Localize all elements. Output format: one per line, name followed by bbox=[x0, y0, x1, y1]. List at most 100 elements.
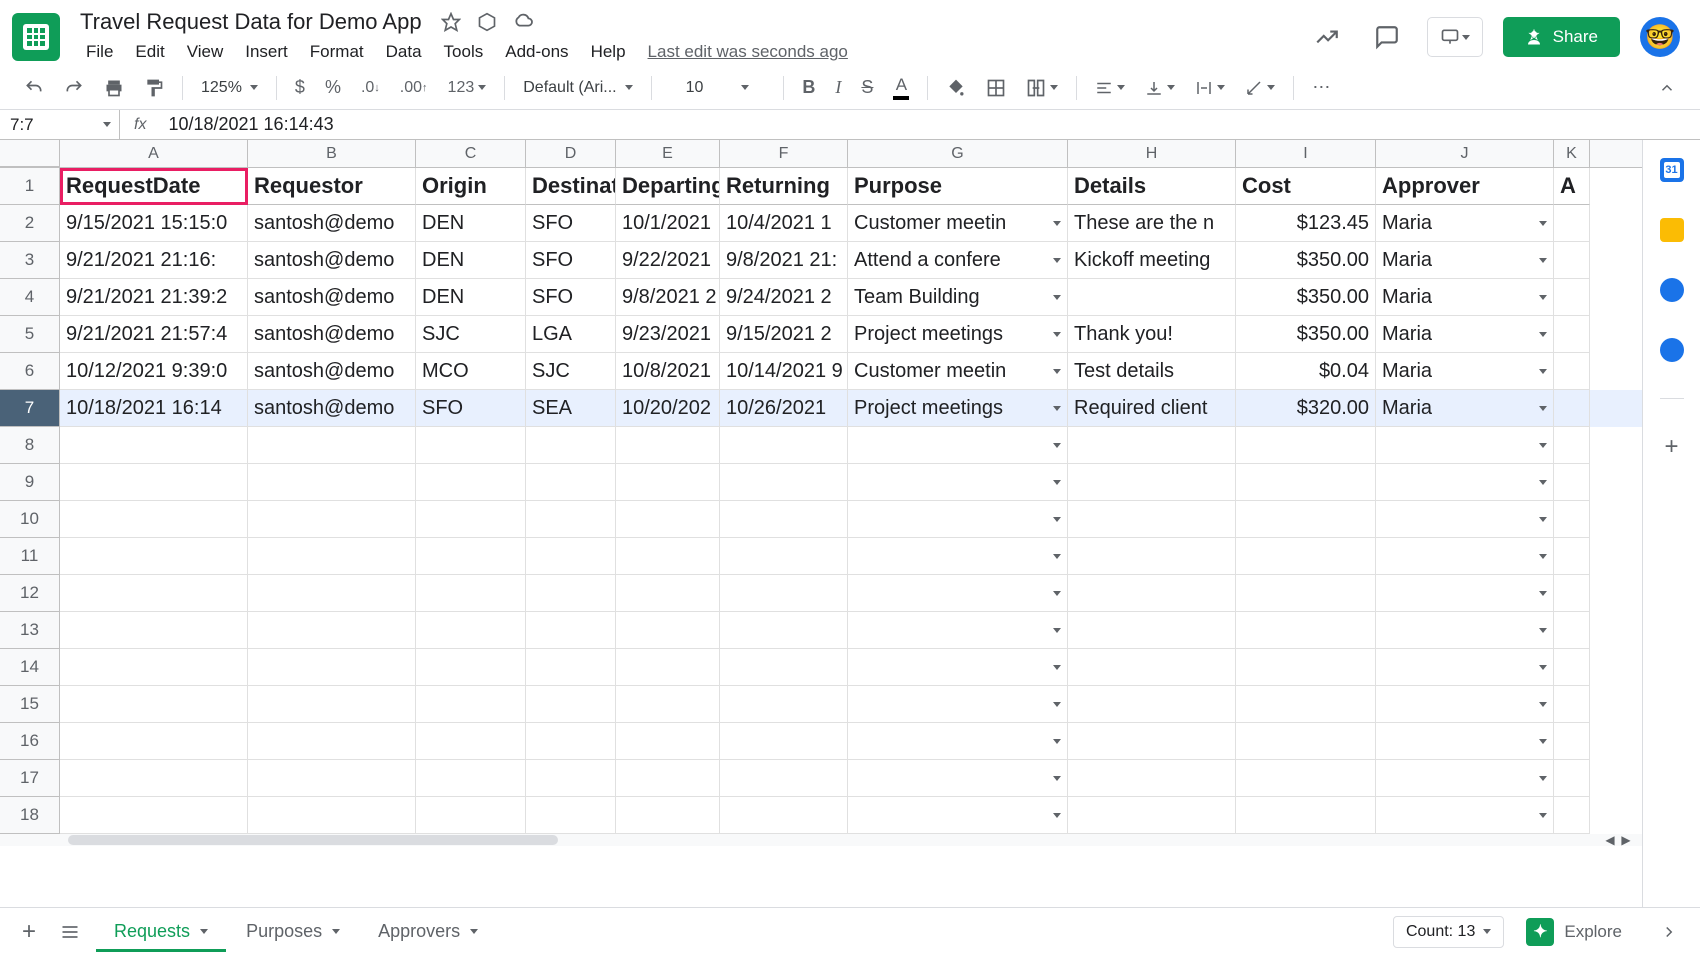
cell[interactable] bbox=[1236, 686, 1376, 723]
cell[interactable] bbox=[1068, 612, 1236, 649]
col-header-A[interactable]: A bbox=[60, 140, 248, 167]
cell[interactable]: $320.00 bbox=[1236, 390, 1376, 427]
cell[interactable]: $123.45 bbox=[1236, 205, 1376, 242]
chevron-down-icon[interactable] bbox=[1053, 480, 1061, 485]
cell[interactable]: $350.00 bbox=[1236, 242, 1376, 279]
cell[interactable] bbox=[1376, 501, 1554, 538]
cell[interactable] bbox=[616, 686, 720, 723]
cell[interactable]: Destination bbox=[526, 168, 616, 205]
cell[interactable] bbox=[1236, 723, 1376, 760]
cell[interactable] bbox=[1068, 797, 1236, 834]
cell[interactable] bbox=[848, 538, 1068, 575]
activity-icon[interactable] bbox=[1307, 17, 1347, 57]
cell[interactable] bbox=[616, 612, 720, 649]
cell[interactable]: Maria bbox=[1376, 390, 1554, 427]
horizontal-scrollbar[interactable]: ◀ ▶ bbox=[0, 834, 1642, 846]
format-select[interactable]: 123 bbox=[440, 73, 495, 103]
menu-add-ons[interactable]: Add-ons bbox=[495, 38, 578, 66]
cell[interactable]: SFO bbox=[526, 279, 616, 316]
cell[interactable] bbox=[1236, 575, 1376, 612]
cell[interactable] bbox=[248, 575, 416, 612]
cell[interactable] bbox=[248, 797, 416, 834]
chevron-down-icon[interactable] bbox=[1053, 813, 1061, 818]
cell[interactable]: Cost bbox=[1236, 168, 1376, 205]
cell[interactable] bbox=[1376, 612, 1554, 649]
cell[interactable] bbox=[720, 686, 848, 723]
chevron-down-icon[interactable] bbox=[1539, 517, 1547, 522]
cell[interactable] bbox=[848, 612, 1068, 649]
cell[interactable] bbox=[248, 723, 416, 760]
chevron-down-icon[interactable] bbox=[1053, 221, 1061, 226]
cell[interactable]: SJC bbox=[526, 353, 616, 390]
cell[interactable] bbox=[60, 464, 248, 501]
col-header-K[interactable]: K bbox=[1554, 140, 1590, 167]
cell[interactable] bbox=[720, 427, 848, 464]
chevron-down-icon[interactable] bbox=[1539, 813, 1547, 818]
contacts-addon-icon[interactable] bbox=[1660, 338, 1684, 362]
row-header[interactable]: 17 bbox=[0, 760, 60, 797]
cell[interactable]: 10/8/2021 bbox=[616, 353, 720, 390]
cell[interactable]: SFO bbox=[526, 242, 616, 279]
cell[interactable] bbox=[526, 723, 616, 760]
add-sheet-icon[interactable]: + bbox=[14, 910, 44, 954]
cell[interactable] bbox=[1554, 575, 1590, 612]
cell[interactable] bbox=[1068, 723, 1236, 760]
cell[interactable] bbox=[416, 501, 526, 538]
cell[interactable] bbox=[416, 686, 526, 723]
cell[interactable] bbox=[720, 464, 848, 501]
cell[interactable] bbox=[848, 797, 1068, 834]
cell[interactable] bbox=[60, 649, 248, 686]
chevron-down-icon[interactable] bbox=[1539, 702, 1547, 707]
sheet-tab-purposes[interactable]: Purposes bbox=[228, 911, 358, 952]
cell[interactable] bbox=[720, 612, 848, 649]
cell[interactable] bbox=[1376, 575, 1554, 612]
cell[interactable] bbox=[720, 538, 848, 575]
row-header[interactable]: 12 bbox=[0, 575, 60, 612]
cell[interactable]: Attend a confere bbox=[848, 242, 1068, 279]
cell[interactable] bbox=[1554, 723, 1590, 760]
cell[interactable] bbox=[616, 464, 720, 501]
cell[interactable]: Details bbox=[1068, 168, 1236, 205]
cell[interactable] bbox=[1068, 464, 1236, 501]
cell[interactable]: Customer meetin bbox=[848, 353, 1068, 390]
cell[interactable] bbox=[1376, 797, 1554, 834]
col-header-G[interactable]: G bbox=[848, 140, 1068, 167]
present-button[interactable] bbox=[1427, 17, 1483, 57]
row-header[interactable]: 11 bbox=[0, 538, 60, 575]
col-header-F[interactable]: F bbox=[720, 140, 848, 167]
cell[interactable] bbox=[416, 538, 526, 575]
cell[interactable] bbox=[1554, 279, 1590, 316]
cell[interactable] bbox=[526, 464, 616, 501]
percent-icon[interactable]: % bbox=[317, 71, 349, 104]
cell[interactable]: 10/14/2021 9 bbox=[720, 353, 848, 390]
col-header-B[interactable]: B bbox=[248, 140, 416, 167]
decimal-decrease-icon[interactable]: .0↓ bbox=[353, 73, 388, 103]
cell[interactable] bbox=[60, 723, 248, 760]
row-header[interactable]: 16 bbox=[0, 723, 60, 760]
calendar-addon-icon[interactable]: 31 bbox=[1660, 158, 1684, 182]
currency-icon[interactable]: $ bbox=[287, 71, 313, 104]
cell[interactable] bbox=[1376, 686, 1554, 723]
cell[interactable]: Maria bbox=[1376, 279, 1554, 316]
redo-icon[interactable] bbox=[56, 72, 92, 104]
cell[interactable]: $0.04 bbox=[1236, 353, 1376, 390]
cell[interactable] bbox=[248, 464, 416, 501]
menu-tools[interactable]: Tools bbox=[434, 38, 494, 66]
font-size-select[interactable]: 10 bbox=[662, 79, 774, 97]
cell[interactable] bbox=[616, 538, 720, 575]
chevron-down-icon[interactable] bbox=[1053, 258, 1061, 263]
row-header[interactable]: 6 bbox=[0, 353, 60, 390]
cell[interactable] bbox=[848, 427, 1068, 464]
cell[interactable]: Project meetings bbox=[848, 316, 1068, 353]
cell[interactable] bbox=[720, 760, 848, 797]
col-header-H[interactable]: H bbox=[1068, 140, 1236, 167]
last-edit[interactable]: Last edit was seconds ago bbox=[638, 38, 858, 66]
cell[interactable]: 10/1/2021 bbox=[616, 205, 720, 242]
cell[interactable] bbox=[60, 686, 248, 723]
cell[interactable]: These are the n bbox=[1068, 205, 1236, 242]
cell[interactable] bbox=[1068, 649, 1236, 686]
cell[interactable] bbox=[526, 612, 616, 649]
move-icon[interactable] bbox=[476, 11, 498, 33]
cell[interactable]: 10/4/2021 1 bbox=[720, 205, 848, 242]
cell[interactable] bbox=[1554, 464, 1590, 501]
